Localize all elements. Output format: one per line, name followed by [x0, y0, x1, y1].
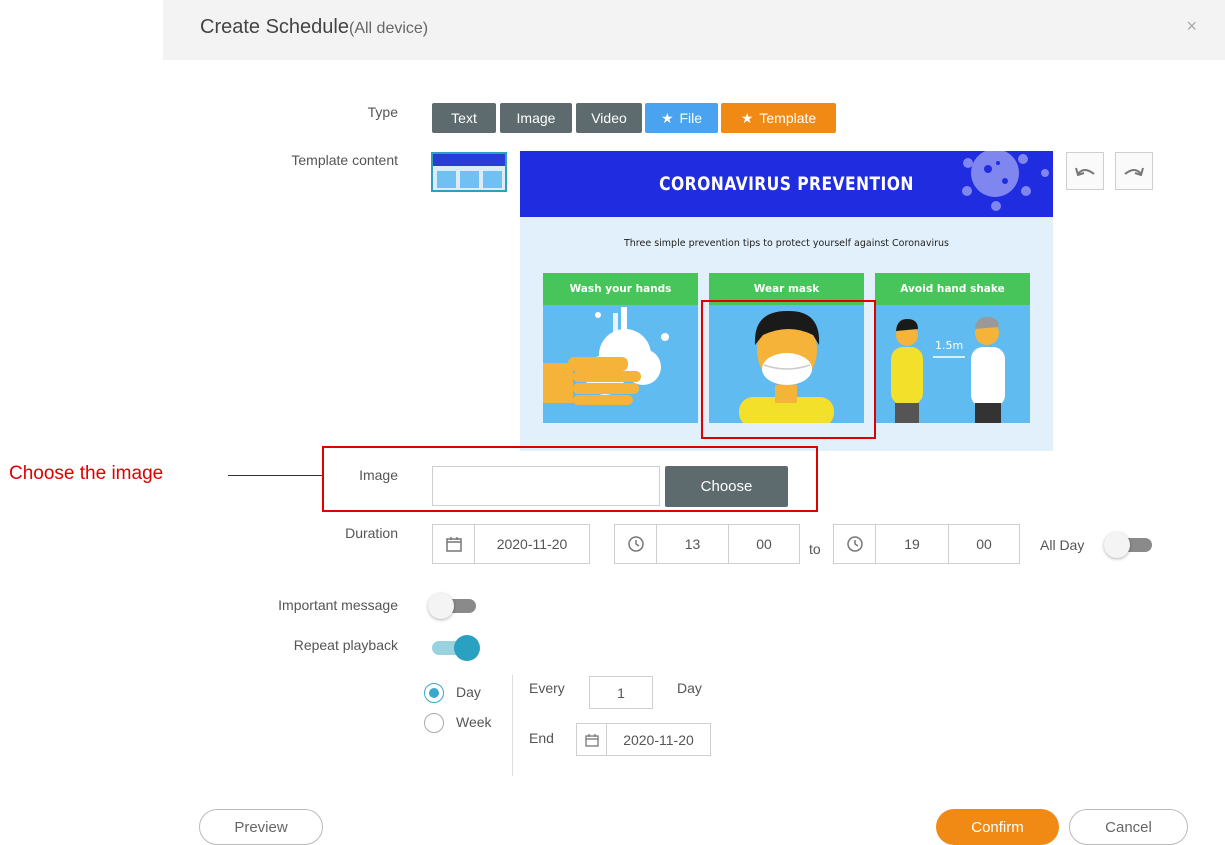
choose-image-button[interactable]: Choose	[665, 466, 788, 507]
calendar-icon-glyph	[445, 537, 462, 552]
repeat-week-radio[interactable]	[424, 713, 444, 733]
type-video-button[interactable]: Video	[576, 103, 642, 133]
type-text-label: Text	[451, 110, 477, 126]
thumbnail-cell	[460, 171, 479, 188]
repeat-playback-label: Repeat playback	[293, 637, 398, 653]
redo-button[interactable]	[1115, 152, 1153, 190]
panel-heading: Wear mask	[709, 273, 864, 305]
panel-wash-hands[interactable]: Wash your hands	[543, 273, 698, 423]
duration-date-input[interactable]: 2020-11-20	[474, 524, 590, 564]
clock-icon-glyph	[846, 536, 863, 552]
dialog-title-suffix: (All device)	[348, 20, 429, 37]
panel-avoid-handshake[interactable]: Avoid hand shake 1.5m	[875, 273, 1030, 423]
repeat-day-label: Day	[456, 684, 481, 700]
to-label: to	[809, 541, 821, 557]
end-minute-input[interactable]: 00	[948, 524, 1020, 564]
type-video-label: Video	[591, 110, 627, 126]
end-label: End	[529, 730, 554, 746]
star-icon: ★	[740, 109, 754, 126]
every-unit-label: Day	[677, 680, 702, 696]
clock-icon-glyph	[627, 536, 644, 552]
every-label: Every	[529, 680, 565, 696]
preview-button-label: Preview	[234, 818, 288, 836]
calendar-icon-glyph	[584, 733, 599, 747]
choose-button-label: Choose	[700, 478, 753, 495]
repeat-divider	[512, 675, 513, 776]
type-file-label: File	[679, 110, 703, 126]
type-template-label: Template	[759, 110, 817, 126]
duration-label: Duration	[345, 525, 398, 541]
type-image-button[interactable]: Image	[500, 103, 572, 133]
image-label: Image	[359, 467, 398, 483]
repeat-playback-toggle[interactable]	[430, 633, 480, 663]
panel-heading: Avoid hand shake	[875, 273, 1030, 305]
star-icon: ★	[660, 109, 674, 126]
thumbnail-cell	[437, 171, 456, 188]
end-date-input[interactable]: 2020-11-20	[606, 723, 711, 756]
social-distance-icon: 1.5m	[891, 317, 1005, 423]
template-thumbnail[interactable]	[431, 152, 507, 192]
end-hour-input[interactable]: 19	[875, 524, 949, 564]
template-content-label: Template content	[291, 152, 398, 168]
repeat-week-label: Week	[456, 714, 492, 730]
type-template-button[interactable]: ★ Template	[721, 103, 836, 133]
type-file-button[interactable]: ★ File	[645, 103, 718, 133]
clock-icon[interactable]	[833, 524, 876, 564]
confirm-button-label: Confirm	[971, 818, 1024, 836]
toggle-knob	[454, 635, 480, 661]
type-text-button[interactable]: Text	[432, 103, 496, 133]
dialog-title: Create Schedule(All device)	[200, 16, 428, 39]
hand-washing-icon	[543, 307, 669, 405]
undo-icon	[1075, 167, 1095, 177]
undo-button[interactable]	[1066, 152, 1104, 190]
distance-label: 1.5m	[935, 339, 963, 352]
preview-banner: CORONAVIRUS PREVENTION	[520, 151, 1053, 217]
image-path-input[interactable]	[432, 466, 660, 506]
dialog-header: Create Schedule(All device) ×	[163, 0, 1225, 60]
calendar-icon[interactable]	[576, 723, 607, 756]
panel-heading: Wash your hands	[543, 273, 698, 305]
every-value-input[interactable]: 1	[589, 676, 653, 709]
template-preview[interactable]: CORONAVIRUS PREVENTION Three simple prev…	[520, 151, 1053, 451]
type-image-label: Image	[516, 110, 556, 126]
all-day-label: All Day	[1040, 537, 1085, 553]
mask-face-icon	[739, 310, 834, 423]
close-icon[interactable]: ×	[1186, 16, 1197, 37]
start-hour-input[interactable]: 13	[656, 524, 729, 564]
toggle-knob	[428, 593, 454, 619]
toggle-knob	[1104, 532, 1130, 558]
thumbnail-cell	[483, 171, 502, 188]
important-message-toggle[interactable]	[428, 591, 478, 621]
clock-icon[interactable]	[614, 524, 657, 564]
preview-title: CORONAVIRUS PREVENTION	[659, 173, 914, 195]
dialog-title-text: Create Schedule	[200, 16, 349, 38]
important-message-label: Important message	[278, 597, 398, 613]
cancel-button-label: Cancel	[1105, 818, 1152, 836]
start-minute-input[interactable]: 00	[728, 524, 800, 564]
redo-icon	[1124, 167, 1144, 177]
annotation-text: Choose the image	[9, 463, 164, 484]
preview-subtitle: Three simple prevention tips to protect …	[623, 238, 949, 249]
all-day-toggle[interactable]	[1104, 530, 1154, 560]
repeat-day-radio[interactable]	[424, 683, 444, 703]
type-label: Type	[367, 104, 398, 120]
calendar-icon[interactable]	[432, 524, 475, 564]
panel-wear-mask[interactable]: Wear mask	[709, 273, 864, 423]
thumbnail-banner	[433, 154, 505, 166]
